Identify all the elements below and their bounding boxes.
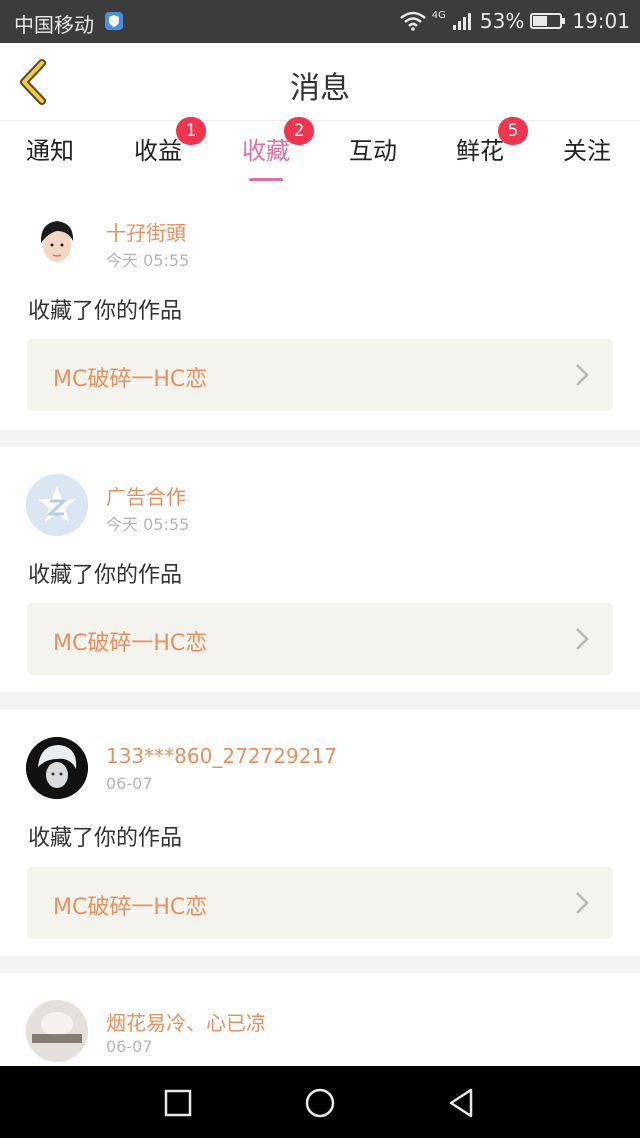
tab-notice[interactable]: 通知: [26, 131, 74, 166]
action-text: 收藏了你的作品: [28, 299, 183, 324]
network-type: 4G: [431, 9, 446, 21]
tab-label: 收益: [134, 137, 182, 165]
message-card: 133***860_272729217 06-07 收藏了你的作品 MC破碎一H…: [0, 710, 640, 956]
work-link[interactable]: MC破碎一HC恋: [27, 603, 613, 675]
avatar[interactable]: [26, 737, 88, 799]
chevron-right-icon: [576, 364, 589, 386]
action-text: 收藏了你的作品: [28, 826, 183, 851]
avatar[interactable]: [26, 211, 88, 273]
user-name[interactable]: 烟花易冷、心已凉: [106, 1007, 266, 1036]
timestamp: 06-07: [106, 774, 153, 793]
carrier-label: 中国移动: [14, 13, 94, 37]
user-name[interactable]: 十孖街頭: [106, 217, 186, 246]
user-avatar-icon: [26, 737, 88, 799]
signal-icon: [452, 13, 471, 30]
timestamp: 今天 05:55: [106, 251, 190, 270]
clock: 19:01: [572, 9, 630, 33]
timestamp: 今天 05:55: [106, 515, 190, 534]
work-title: MC破碎一HC恋: [53, 631, 208, 656]
shield-icon: [105, 12, 123, 30]
tab-earnings[interactable]: 收益 1: [134, 117, 206, 166]
battery-percent: 53%: [479, 9, 525, 33]
tab-label: 关注: [563, 137, 611, 165]
user-avatar-icon: [26, 211, 88, 273]
app-header: 消息: [0, 43, 640, 121]
tab-label: 鲜花: [456, 137, 504, 165]
work-link[interactable]: MC破碎一HC恋: [27, 339, 613, 411]
work-title: MC破碎一HC恋: [53, 367, 208, 392]
status-bar: 中国移动 4G 53% 19:01: [0, 0, 640, 43]
unread-badge: 1: [176, 117, 206, 145]
work-link[interactable]: MC破碎一HC恋: [27, 867, 613, 939]
user-name[interactable]: 广告合作: [106, 481, 186, 510]
tab-label: 收藏: [242, 137, 290, 165]
message-card: 广告合作 今天 05:55 收藏了你的作品 MC破碎一HC恋: [0, 447, 640, 692]
battery-icon: [530, 13, 566, 29]
action-text: 收藏了你的作品: [28, 563, 183, 588]
message-card: 十孖街頭 今天 05:55 收藏了你的作品 MC破碎一HC恋: [0, 181, 640, 430]
user-avatar-icon: [26, 474, 88, 536]
page-title: 消息: [290, 71, 350, 106]
chevron-right-icon: [576, 628, 589, 650]
work-title: MC破碎一HC恋: [53, 895, 208, 920]
avatar[interactable]: [26, 1000, 88, 1062]
tab-interaction[interactable]: 互动: [349, 131, 397, 166]
tab-flowers[interactable]: 鲜花 5: [456, 117, 528, 166]
message-card: 烟花易冷、心已凉 06-07: [0, 973, 640, 1066]
timestamp: 06-07: [106, 1037, 153, 1056]
chevron-right-icon: [576, 892, 589, 914]
tab-label: 互动: [349, 137, 397, 165]
recent-apps-icon[interactable]: [161, 1086, 195, 1120]
unread-badge: 2: [284, 117, 314, 145]
unread-badge: 5: [498, 117, 528, 145]
home-icon[interactable]: [303, 1086, 337, 1120]
tab-follow[interactable]: 关注: [563, 131, 611, 166]
wifi-icon: [399, 11, 426, 31]
back-icon[interactable]: [445, 1086, 479, 1120]
avatar[interactable]: [26, 474, 88, 536]
user-name[interactable]: 133***860_272729217: [106, 744, 337, 768]
tab-favorites[interactable]: 收藏 2: [242, 117, 314, 182]
tab-label: 通知: [26, 137, 74, 165]
user-avatar-icon: [26, 1000, 88, 1062]
system-nav-bar: [0, 1066, 640, 1138]
tab-bar: 通知 收益 1 收藏 2 互动 鲜花 5 关注: [0, 117, 640, 182]
